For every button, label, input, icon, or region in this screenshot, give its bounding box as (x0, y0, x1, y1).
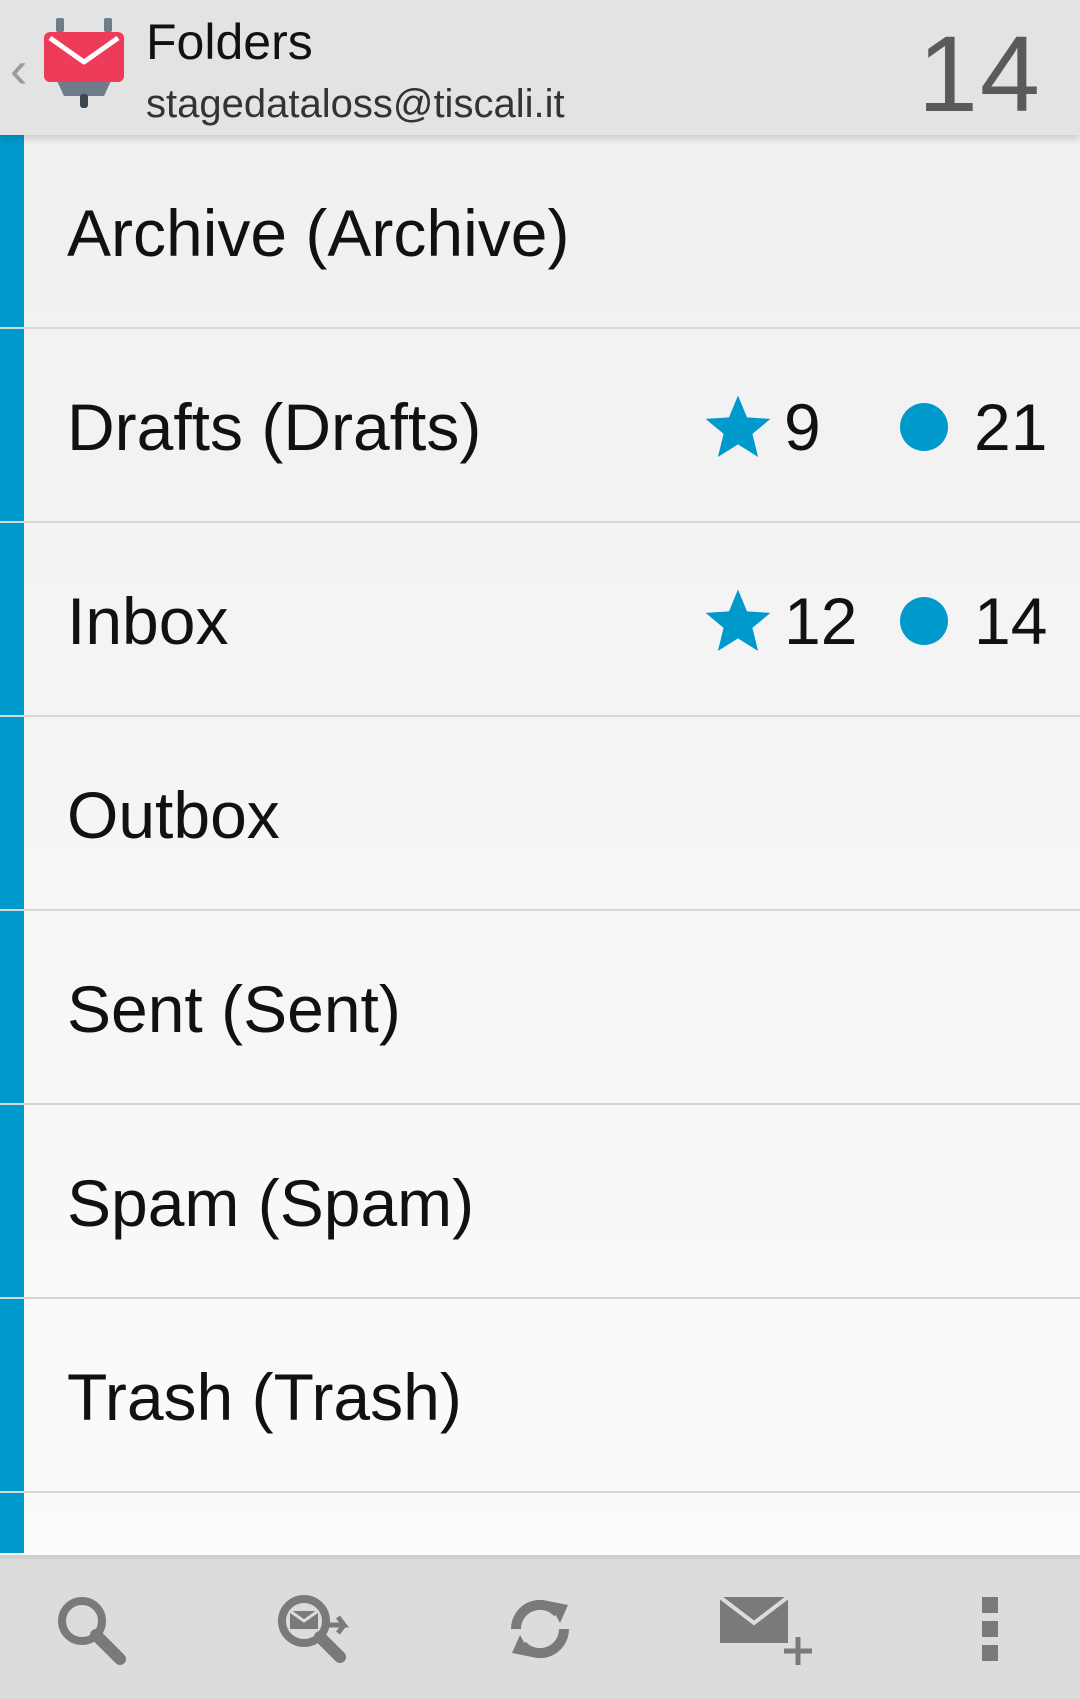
search-remote-icon (278, 1595, 349, 1663)
folder-name: Outbox (67, 778, 280, 852)
refresh-button[interactable] (500, 1589, 580, 1669)
unread-dot-icon (900, 597, 948, 645)
folder-color-bar (0, 1105, 24, 1297)
folder-color-bar (0, 1493, 24, 1553)
overflow-menu-icon (982, 1597, 998, 1661)
folder-name: Sent (Sent) (67, 972, 401, 1046)
folders-screen: ‹ Folders stagedataloss@tiscali.it 14 Ar… (0, 0, 1080, 1699)
folder-name: Trash (Trash) (67, 1360, 462, 1434)
star-icon (705, 589, 771, 651)
folder-color-bar (0, 911, 24, 1103)
unread-dot-icon (900, 403, 948, 451)
folder-color-bar (0, 329, 24, 521)
folder-name: Archive (Archive) (67, 196, 570, 270)
folder-counts: 9 21 (702, 385, 1050, 469)
folder-color-bar (0, 1299, 24, 1491)
bottom-toolbar (0, 1555, 1080, 1699)
folder-row-archive[interactable]: Archive (Archive) (0, 135, 1080, 329)
folder-list: Archive (Archive) Drafts (Drafts) 9 21 I… (0, 135, 1080, 1555)
page-title: Folders (146, 14, 313, 70)
search-remote-button[interactable] (272, 1589, 352, 1669)
folder-color-bar (0, 523, 24, 715)
folder-row-partial[interactable] (0, 1493, 1080, 1553)
folder-counts: 12 14 (702, 579, 1050, 663)
flagged-count: 12 (784, 584, 858, 658)
app-logo-icon[interactable] (42, 18, 126, 112)
star-icon (705, 395, 771, 457)
compose-button[interactable] (718, 1589, 818, 1669)
folder-row-outbox[interactable]: Outbox (0, 717, 1080, 911)
folder-row-trash[interactable]: Trash (Trash) (0, 1299, 1080, 1493)
search-button[interactable] (50, 1589, 130, 1669)
unread-count: 21 (974, 390, 1048, 464)
folder-row-spam[interactable]: Spam (Spam) (0, 1105, 1080, 1299)
search-icon (58, 1597, 126, 1665)
flagged-count: 9 (784, 390, 821, 464)
folder-row-sent[interactable]: Sent (Sent) (0, 911, 1080, 1105)
folder-row-inbox[interactable]: Inbox 12 14 (0, 523, 1080, 717)
folder-color-bar (0, 135, 24, 327)
folder-name: Drafts (Drafts) (67, 390, 482, 464)
account-email: stagedataloss@tiscali.it (146, 82, 565, 126)
back-caret-icon[interactable]: ‹ (10, 40, 40, 100)
overflow-menu-button[interactable] (950, 1589, 1030, 1669)
folder-color-bar (0, 717, 24, 909)
refresh-icon (510, 1599, 570, 1659)
folder-name: Inbox (67, 584, 229, 658)
action-bar: ‹ Folders stagedataloss@tiscali.it 14 (0, 0, 1080, 135)
unread-count: 14 (974, 584, 1048, 658)
folder-row-drafts[interactable]: Drafts (Drafts) 9 21 (0, 329, 1080, 523)
compose-icon (718, 1595, 812, 1665)
folder-name: Spam (Spam) (67, 1166, 475, 1240)
unread-total-count: 14 (917, 13, 1042, 134)
